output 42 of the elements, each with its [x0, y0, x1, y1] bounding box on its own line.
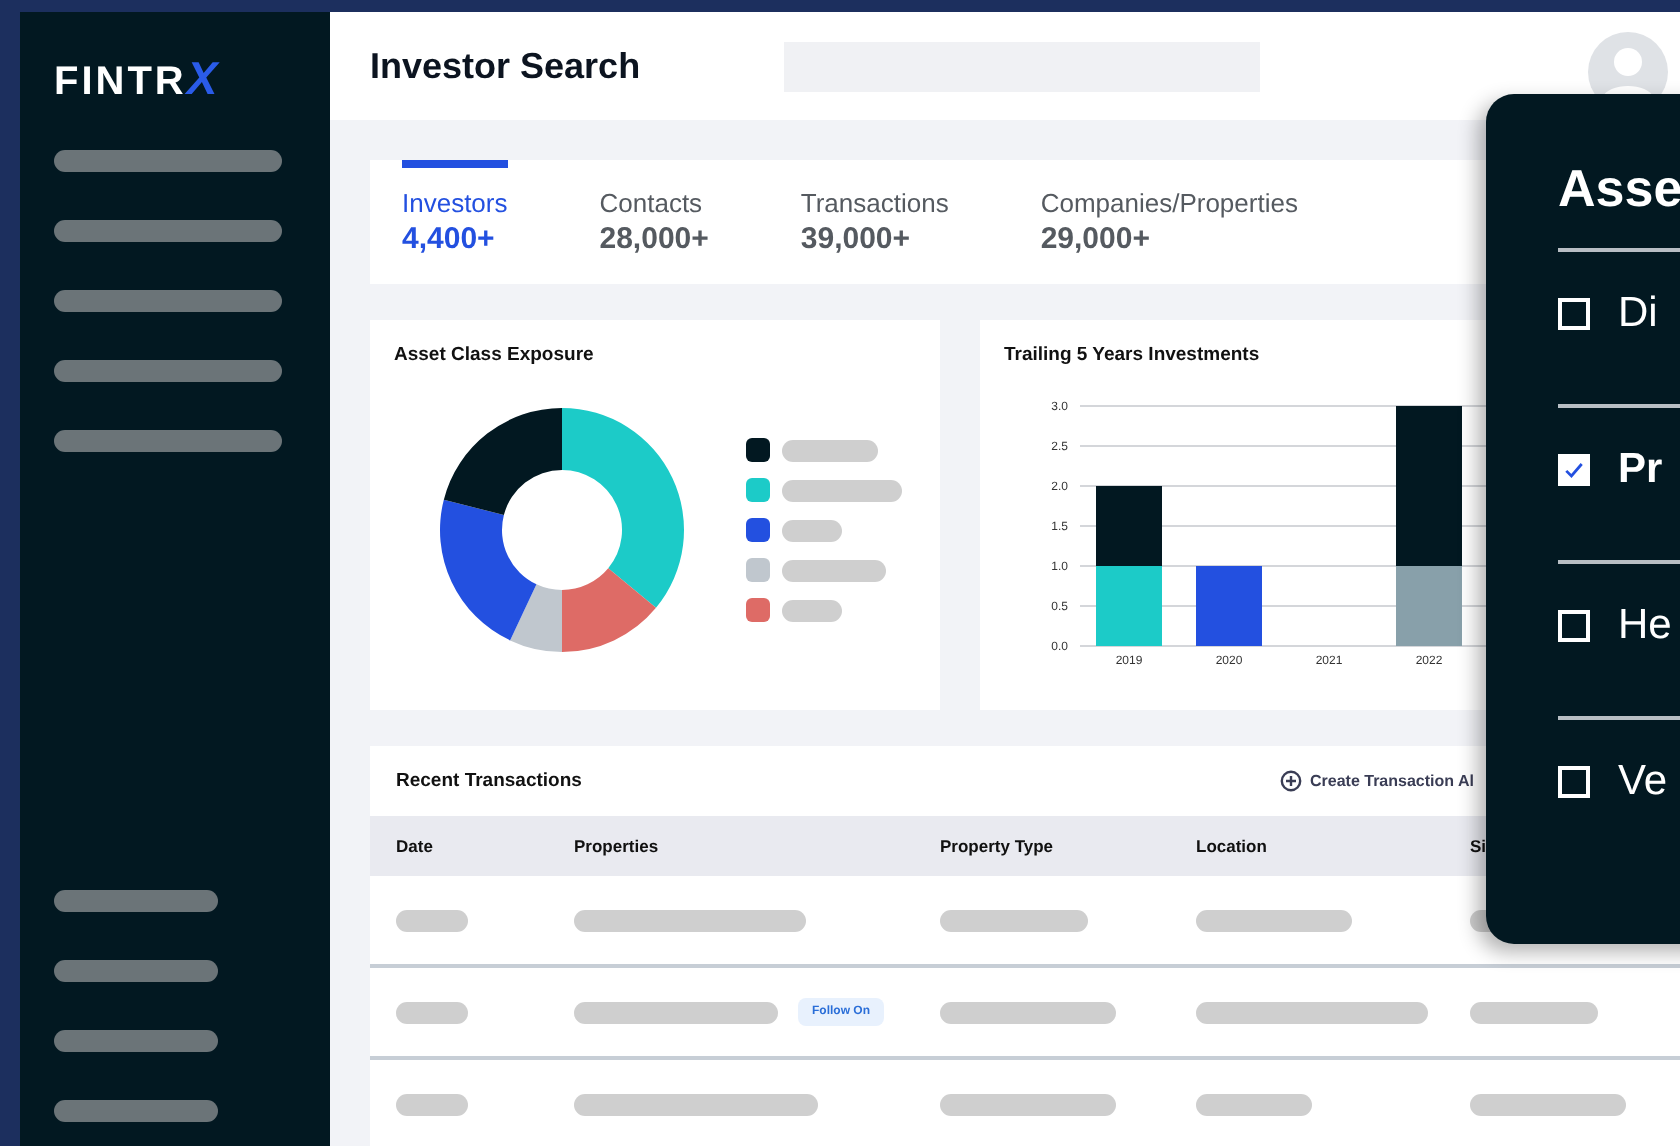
- column-header: Location: [1196, 836, 1269, 856]
- menu-item-placeholder[interactable]: [54, 890, 218, 912]
- option-label[interactable]: He: [1618, 602, 1672, 650]
- column-header: Property Type: [940, 836, 1056, 856]
- menu-item-placeholder[interactable]: [54, 150, 282, 172]
- bar: [1096, 566, 1162, 646]
- option-label[interactable]: Di: [1618, 290, 1658, 338]
- column-header: Si: [1470, 836, 1489, 856]
- checkbox[interactable]: [1558, 610, 1590, 642]
- menu-item-placeholder[interactable]: [54, 220, 282, 242]
- checkbox[interactable]: [1558, 454, 1590, 486]
- menu-item-placeholder[interactable]: [54, 1100, 218, 1122]
- card-title: Recent Transactions: [396, 770, 584, 792]
- stat-tab[interactable]: Investors 4,400+: [402, 160, 508, 284]
- menu-item-placeholder[interactable]: [54, 1030, 218, 1052]
- option-label[interactable]: Pr: [1618, 446, 1663, 494]
- legend-label-placeholder: [782, 479, 902, 501]
- popup-title: Asse: [1558, 158, 1680, 222]
- logo[interactable]: FINTRX: [54, 52, 221, 106]
- menu-item-placeholder[interactable]: [54, 290, 282, 312]
- card-title: Trailing 5 Years Investments: [1004, 344, 1262, 366]
- legend-label-placeholder: [782, 599, 842, 621]
- stat-tab[interactable]: Contacts 28,000+: [599, 160, 709, 284]
- checkbox[interactable]: [1558, 766, 1590, 798]
- column-header: Properties: [574, 836, 661, 856]
- menu-item-placeholder[interactable]: [54, 430, 282, 452]
- legend-label-placeholder: [782, 519, 842, 541]
- column-header: Date: [396, 836, 435, 856]
- menu-item-placeholder[interactable]: [54, 360, 282, 382]
- card-title: Asset Class Exposure: [394, 344, 596, 366]
- stat-tab[interactable]: Companies/Properties 29,000+: [1040, 160, 1298, 284]
- legend-label-placeholder: [782, 439, 878, 461]
- checkbox[interactable]: [1558, 298, 1590, 330]
- plus-circle-icon: [1280, 770, 1302, 792]
- create-alert-link[interactable]: Create Transaction Al: [1280, 770, 1474, 792]
- option-label[interactable]: Ve: [1618, 758, 1668, 806]
- menu-item-placeholder[interactable]: [54, 960, 218, 982]
- stat-tab[interactable]: Transactions 39,000+: [800, 160, 949, 284]
- page-title: Investor Search: [370, 45, 643, 87]
- bar: [1196, 566, 1262, 646]
- legend-label-placeholder: [782, 559, 886, 581]
- bar: [1096, 486, 1162, 566]
